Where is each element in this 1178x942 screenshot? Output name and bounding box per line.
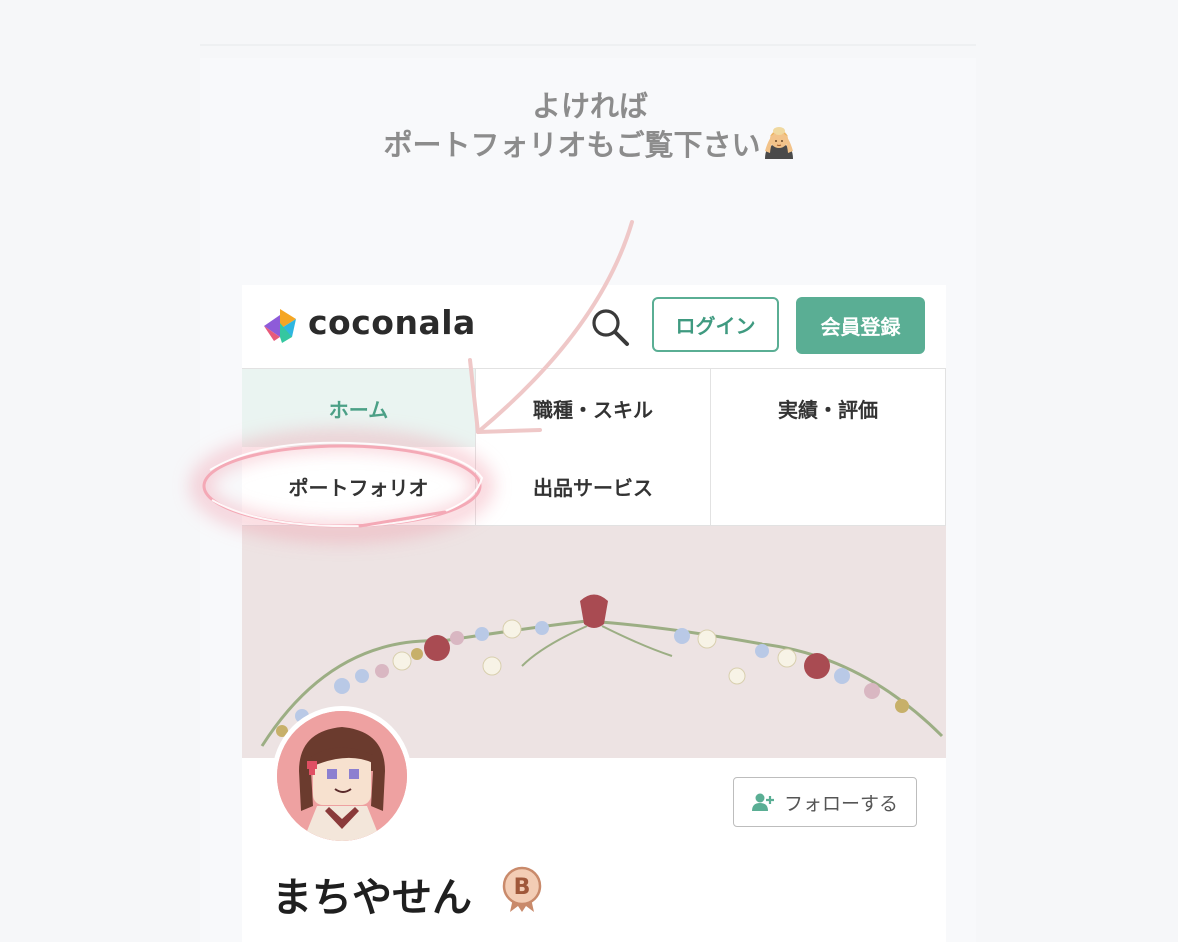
coconala-logo-icon [264,309,296,343]
avatar[interactable] [272,706,412,846]
annotation-line-2-text: ポートフォリオもご覧下さい [383,128,761,162]
annotation-headline: よければ ポートフォリオもご覧下さい [300,88,880,164]
login-button[interactable]: ログイン [652,297,779,352]
tab-services[interactable]: 出品サービス [476,447,711,526]
coconala-profile-screenshot: coconala ログイン 会員登録 ホーム 職種・スキル 実績・評価 ポートフ… [242,285,946,942]
coconala-logo-text[interactable]: coconala [308,303,476,342]
tab-portfolio[interactable]: ポートフォリオ [242,447,476,526]
register-button[interactable]: 会員登録 [796,297,925,354]
badge-letter: B [514,875,531,900]
pixel-art-avatar-image [277,711,407,841]
follow-button-label: フォローする [783,792,898,815]
tab-empty-cell [711,447,946,526]
search-icon[interactable] [588,305,632,349]
follow-button[interactable]: フォローする [733,777,917,827]
panel-top-divider [200,44,976,46]
tab-home[interactable]: ホーム [242,368,476,448]
user-plus-icon [751,793,774,811]
profile-nav-tabs: ホーム 職種・スキル 実績・評価 ポートフォリオ 出品サービス [242,368,946,526]
tab-achievements-reviews[interactable]: 実績・評価 [711,368,946,448]
annotation-line-2: ポートフォリオもご覧下さい [300,125,880,164]
rank-b-badge-icon: B [502,866,542,912]
person-bowing-emoji-icon [764,127,793,159]
annotation-line-1: よければ [531,89,648,123]
site-header: coconala ログイン 会員登録 [242,285,946,368]
tab-skills[interactable]: 職種・スキル [476,368,711,448]
username: まちやせん [272,875,472,921]
